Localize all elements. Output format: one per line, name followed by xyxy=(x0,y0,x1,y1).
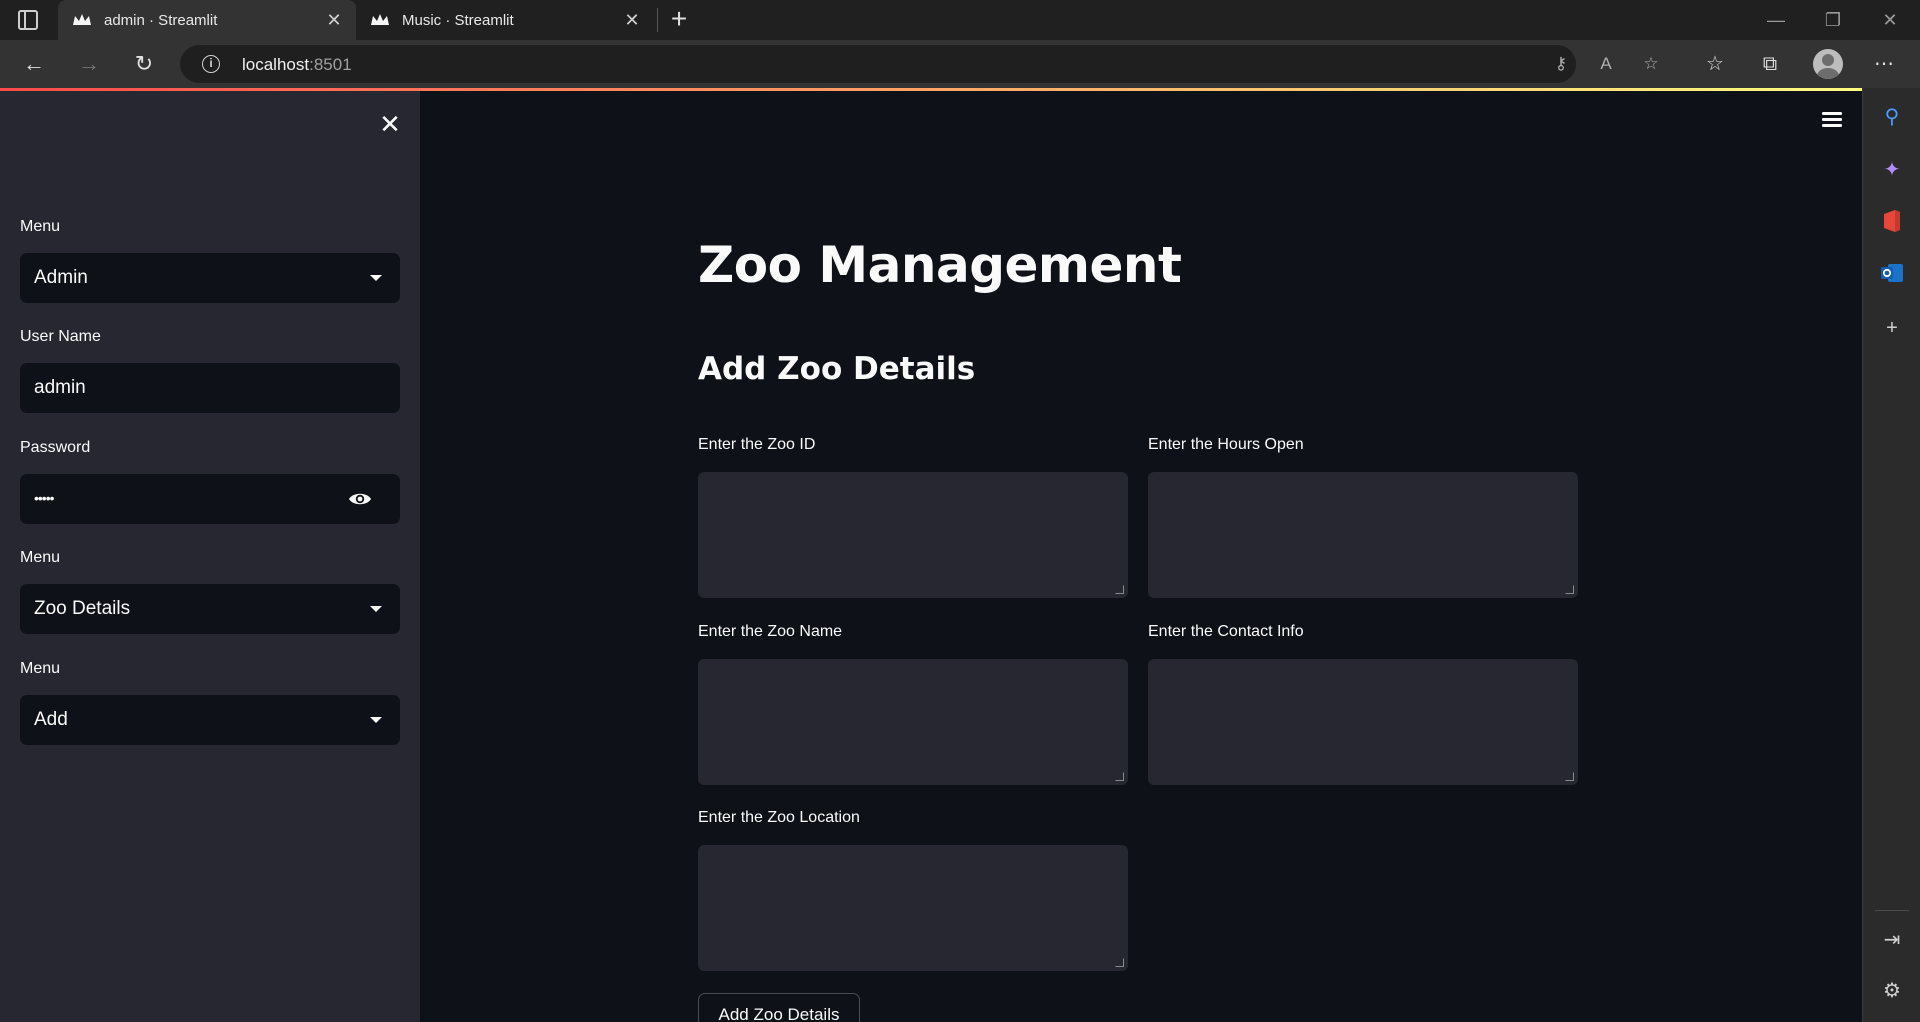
minimize-button[interactable]: — xyxy=(1761,6,1791,34)
url-host: localhost xyxy=(242,55,310,74)
close-tab-icon[interactable]: ✕ xyxy=(620,8,644,32)
profile-avatar[interactable] xyxy=(1813,49,1843,79)
zoo-location-textarea[interactable] xyxy=(698,845,1128,971)
copilot-icon[interactable]: ✦ xyxy=(1878,156,1906,184)
new-tab-button[interactable]: + xyxy=(664,5,694,34)
role-menu-label: Menu xyxy=(20,218,61,235)
more-options-icon[interactable]: ⋯ xyxy=(1868,48,1900,80)
streamlit-app: ✕ Menu Admin User Name admin Password ••… xyxy=(0,88,1862,1022)
url-text[interactable]: localhost:8501 xyxy=(242,55,352,75)
zoo-id-textarea[interactable] xyxy=(698,472,1128,598)
outlook-icon[interactable] xyxy=(1878,262,1906,290)
forward-button[interactable]: → xyxy=(73,48,105,80)
refresh-button[interactable]: ↻ xyxy=(128,48,160,80)
zoo-name-label: Enter the Zoo Name xyxy=(698,623,843,640)
streamlit-crown-icon xyxy=(371,14,389,25)
username-input[interactable]: admin xyxy=(20,363,400,413)
action-menu-select[interactable]: Add xyxy=(20,695,400,745)
app-sidebar: ✕ Menu Admin User Name admin Password ••… xyxy=(0,91,420,1022)
chevron-down-icon xyxy=(370,275,382,281)
zoo-id-label: Enter the Zoo ID xyxy=(698,436,816,453)
page-title: Zoo Management xyxy=(698,236,1182,294)
close-sidebar-icon[interactable]: ✕ xyxy=(376,110,404,138)
add-app-icon[interactable]: + xyxy=(1878,314,1906,342)
tab-divider xyxy=(657,8,658,32)
search-icon[interactable]: ⚲ xyxy=(1878,103,1906,131)
contact-info-label: Enter the Contact Info xyxy=(1148,623,1304,640)
section-menu-value: Zoo Details xyxy=(34,598,131,619)
collections-icon[interactable]: ⧉ xyxy=(1754,48,1786,80)
password-label: Password xyxy=(20,439,91,456)
add-zoo-details-button[interactable]: Add Zoo Details xyxy=(698,993,860,1022)
hamburger-menu-icon[interactable] xyxy=(1822,112,1842,128)
read-aloud-icon[interactable]: A xyxy=(1595,53,1617,75)
zoo-location-label: Enter the Zoo Location xyxy=(698,809,860,826)
contact-info-textarea[interactable] xyxy=(1148,659,1578,785)
address-toolbar: ← → ↻ i localhost:8501 ⚷ A ☆ ☆ ⧉ ⋯ xyxy=(0,40,1920,88)
action-menu-label: Menu xyxy=(20,660,61,677)
password-value: ••••• xyxy=(34,490,54,506)
url-port: :8501 xyxy=(309,55,352,74)
key-icon[interactable]: ⚷ xyxy=(1550,53,1572,75)
add-favorite-icon[interactable]: ☆ xyxy=(1640,53,1662,75)
close-window-button[interactable]: ✕ xyxy=(1875,6,1905,34)
tab-music[interactable]: Music · Streamlit ✕ xyxy=(356,0,654,40)
favorites-icon[interactable]: ☆ xyxy=(1699,48,1731,80)
tab-admin[interactable]: admin · Streamlit ✕ xyxy=(58,0,356,40)
chevron-down-icon xyxy=(370,717,382,723)
address-bar[interactable]: i localhost:8501 ⚷ A ☆ xyxy=(180,45,1659,83)
username-label: User Name xyxy=(20,328,101,345)
action-menu-value: Add xyxy=(34,709,68,730)
hours-open-label: Enter the Hours Open xyxy=(1148,436,1304,453)
tab-title: Music · Streamlit xyxy=(402,11,514,29)
restore-button[interactable]: ❐ xyxy=(1818,6,1848,34)
close-tab-icon[interactable]: ✕ xyxy=(322,8,346,32)
section-menu-label: Menu xyxy=(20,549,61,566)
browser-tab-bar: admin · Streamlit ✕ Music · Streamlit ✕ … xyxy=(0,0,1920,40)
section-menu-select[interactable]: Zoo Details xyxy=(20,584,400,634)
back-button[interactable]: ← xyxy=(18,48,50,80)
edge-sidebar-divider xyxy=(1875,910,1909,911)
role-menu-select[interactable]: Admin xyxy=(20,253,400,303)
hours-open-textarea[interactable] xyxy=(1148,472,1578,598)
streamlit-crown-icon xyxy=(73,14,91,25)
chevron-down-icon xyxy=(370,606,382,612)
role-menu-value: Admin xyxy=(34,267,88,288)
edge-sidebar: ⚲ ✦ + ⇥ ⚙ xyxy=(1862,88,1920,1022)
section-heading: Add Zoo Details xyxy=(698,351,976,387)
hide-sidebar-icon[interactable]: ⇥ xyxy=(1878,926,1906,954)
office-icon[interactable] xyxy=(1878,209,1906,237)
password-input[interactable]: ••••• xyxy=(20,474,400,524)
username-value: admin xyxy=(34,377,86,398)
eye-icon[interactable] xyxy=(348,488,372,510)
tab-title: admin · Streamlit xyxy=(104,11,218,29)
site-info-icon[interactable]: i xyxy=(202,55,220,73)
zoo-name-textarea[interactable] xyxy=(698,659,1128,785)
gear-icon[interactable]: ⚙ xyxy=(1878,977,1906,1005)
tab-actions-icon[interactable] xyxy=(18,10,38,30)
